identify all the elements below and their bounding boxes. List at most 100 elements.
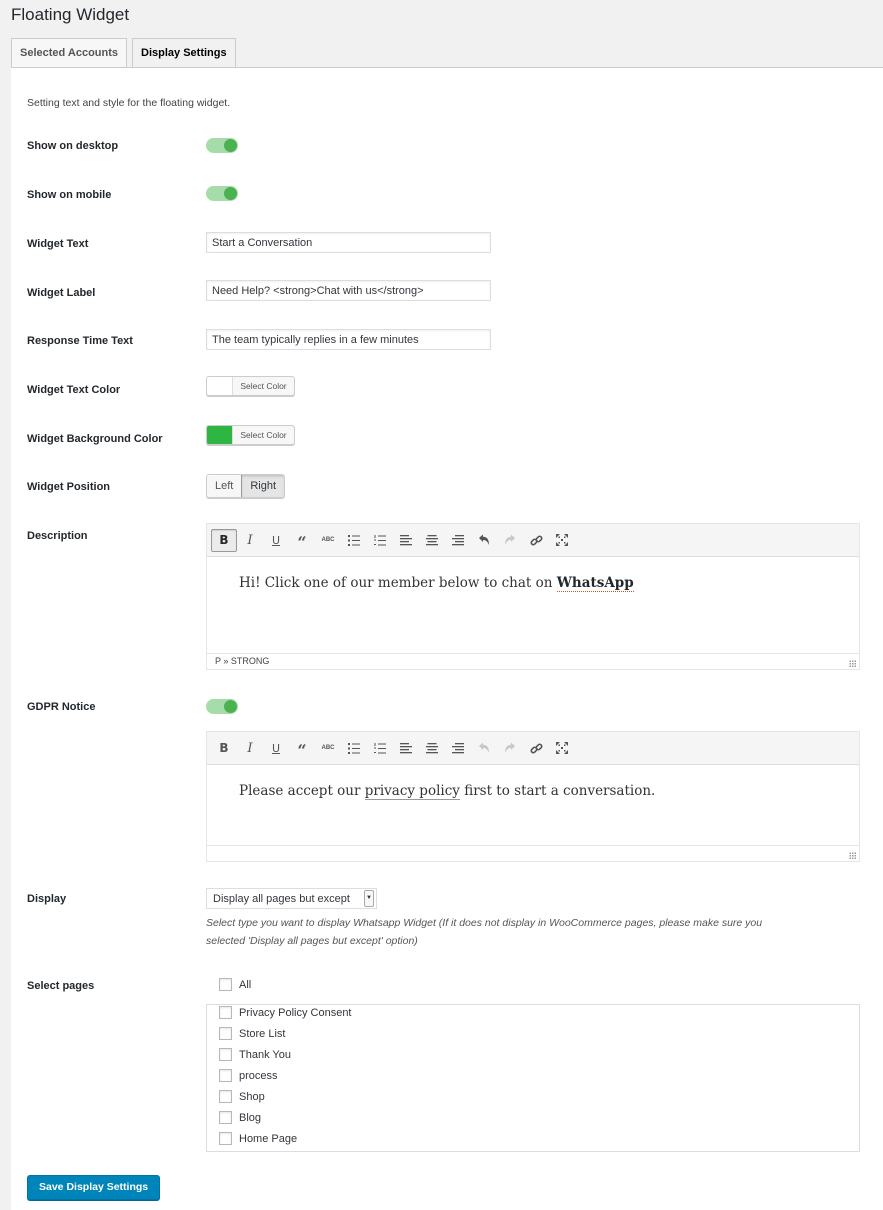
link-icon[interactable] [523, 529, 549, 552]
undo-icon[interactable] [471, 529, 497, 552]
gdpr-text: Please accept our [239, 783, 365, 799]
numbered-list-icon[interactable] [367, 529, 393, 552]
save-display-settings-button[interactable]: Save Display Settings [27, 1175, 161, 1200]
display-label: Display [27, 893, 67, 905]
editor-statusbar: P » STRONG [207, 653, 859, 669]
position-right-button[interactable]: Right [241, 475, 285, 497]
widget-text-label: Widget Text [27, 238, 89, 250]
gdpr-text-after: first to start a conversation. [459, 783, 656, 799]
page-checkbox-row[interactable]: Store List [219, 1023, 859, 1044]
underline-icon[interactable]: U [263, 737, 289, 760]
description-content[interactable]: Hi! Click one of our member below to cha… [207, 557, 859, 653]
page-checkbox-row[interactable]: process [219, 1065, 859, 1086]
pages-list[interactable]: Privacy Policy Consent Store List Thank Yo… [206, 1004, 860, 1152]
position-button-group: Left Right [206, 474, 286, 498]
show-mobile-toggle[interactable] [206, 186, 238, 201]
description-label: Description [27, 530, 88, 542]
color-swatch [207, 377, 233, 395]
link-icon[interactable] [523, 737, 549, 760]
checkbox-label: Thank You [239, 1048, 291, 1061]
privacy-policy-link[interactable]: privacy policy [364, 783, 460, 800]
strikethrough-icon[interactable]: ABC [315, 529, 341, 552]
widget-label-label: Widget Label [27, 287, 96, 299]
strikethrough-icon[interactable]: ABC [315, 737, 341, 760]
resize-handle-icon[interactable] [849, 660, 856, 667]
element-path: P » STRONG [215, 656, 270, 666]
checkbox[interactable] [219, 1069, 232, 1082]
bullet-list-icon[interactable] [341, 529, 367, 552]
description-bold-text: WhatsApp [556, 575, 634, 592]
italic-icon[interactable]: I [237, 529, 263, 552]
tab-display-settings[interactable]: Display Settings [132, 38, 236, 68]
widget-text-input[interactable] [206, 232, 491, 253]
numbered-list-icon[interactable] [367, 737, 393, 760]
checkbox-label: Shop [239, 1090, 265, 1103]
page-checkbox-row[interactable]: Shop [219, 1086, 859, 1107]
page-checkbox-row[interactable]: Home Page [219, 1128, 859, 1149]
checkbox-label: Privacy Policy Consent [239, 1006, 352, 1019]
align-center-icon[interactable] [419, 529, 445, 552]
editor-toolbar: B I U “ABC [207, 524, 859, 557]
settings-panel: Setting text and style for the floating … [11, 67, 883, 1210]
blockquote-icon[interactable]: “ [289, 737, 315, 760]
position-left-button[interactable]: Left [207, 475, 242, 497]
italic-icon[interactable]: I [237, 737, 263, 760]
blockquote-icon[interactable]: “ [289, 529, 315, 552]
gdpr-label: GDPR Notice [27, 701, 96, 713]
fullscreen-icon[interactable] [549, 529, 575, 552]
checkbox[interactable] [219, 978, 232, 991]
checkbox[interactable] [219, 1090, 232, 1103]
display-select-value: Display all pages but except [213, 892, 350, 905]
gdpr-editor: B I U “ABC Please accept our privacy policy… [206, 731, 860, 862]
tab-selected-accounts[interactable]: Selected Accounts [11, 38, 128, 67]
undo-icon[interactable] [471, 737, 497, 760]
page-checkbox-row[interactable]: Thank You [219, 1044, 859, 1065]
show-desktop-toggle[interactable] [206, 138, 238, 153]
align-center-icon[interactable] [419, 737, 445, 760]
page-title: Floating Widget [11, 5, 130, 24]
response-time-input[interactable] [206, 329, 491, 350]
help-line: Select type you want to display Whatsapp… [206, 917, 763, 929]
checkbox[interactable] [219, 1048, 232, 1061]
checkbox-label: Home Page [239, 1132, 298, 1145]
bg-color-label: Widget Background Color [27, 433, 163, 445]
checkbox[interactable] [219, 1132, 232, 1145]
page-checkbox-row[interactable]: Privacy Policy Consent [219, 1005, 859, 1023]
align-right-icon[interactable] [445, 737, 471, 760]
gdpr-content[interactable]: Please accept our privacy policy first t… [207, 765, 859, 845]
editor-toolbar: B I U “ABC [207, 732, 859, 765]
align-right-icon[interactable] [445, 529, 471, 552]
description-text: Hi! Click one of our member below to cha… [239, 575, 557, 591]
intro-text: Setting text and style for the floating … [27, 97, 231, 109]
bold-icon[interactable]: B [211, 528, 237, 552]
redo-icon[interactable] [497, 737, 523, 760]
all-pages-checkbox[interactable]: All [219, 974, 251, 995]
checkbox[interactable] [219, 1006, 232, 1019]
position-label: Widget Position [27, 481, 111, 493]
checkbox[interactable] [219, 1027, 232, 1040]
align-left-icon[interactable] [393, 737, 419, 760]
page-checkbox-row[interactable]: Blog [219, 1107, 859, 1128]
gdpr-toggle[interactable] [206, 699, 238, 714]
widget-label-input[interactable] [206, 280, 491, 301]
response-time-label: Response Time Text [27, 335, 133, 347]
checkbox-label: All [239, 978, 252, 991]
bg-color-picker[interactable]: Select Color [206, 425, 295, 445]
select-pages-label: Select pages [27, 980, 95, 992]
color-swatch [207, 426, 233, 444]
underline-icon[interactable]: U [263, 529, 289, 552]
align-left-icon[interactable] [393, 529, 419, 552]
bullet-list-icon[interactable] [341, 737, 367, 760]
text-color-picker[interactable]: Select Color [206, 376, 295, 396]
fullscreen-icon[interactable] [549, 737, 575, 760]
checkbox[interactable] [219, 1111, 232, 1124]
checkbox-label: process [239, 1069, 278, 1082]
bold-icon[interactable]: B [211, 737, 237, 760]
display-select[interactable]: Display all pages but except ▼ [206, 888, 377, 909]
show-desktop-label: Show on desktop [27, 140, 119, 152]
checkbox-label: Store List [239, 1027, 286, 1040]
resize-handle-icon[interactable] [849, 852, 856, 859]
select-color-label: Select Color [240, 430, 287, 440]
redo-icon[interactable] [497, 529, 523, 552]
toggle-knob [224, 700, 237, 713]
